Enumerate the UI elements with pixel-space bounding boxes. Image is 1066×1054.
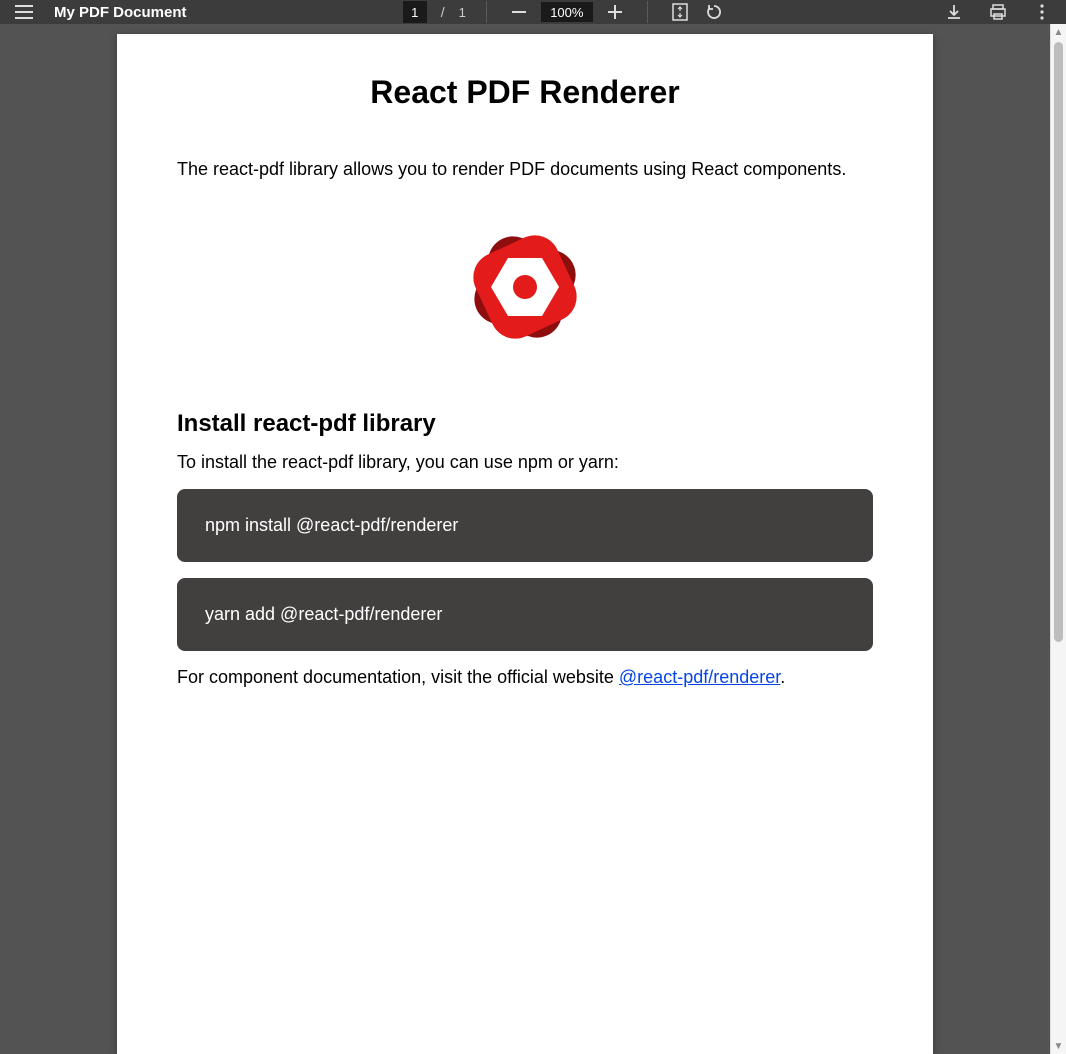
page-number-input[interactable] — [403, 1, 427, 23]
logo-wrap — [177, 212, 873, 362]
toolbar-divider — [647, 1, 648, 23]
page-total: 1 — [459, 5, 466, 20]
zoom-in-button[interactable] — [603, 0, 627, 24]
download-icon[interactable] — [942, 0, 966, 24]
footnote: For component documentation, visit the o… — [177, 667, 873, 688]
page-title: React PDF Renderer — [177, 74, 873, 111]
toolbar: My PDF Document / 1 — [0, 0, 1066, 24]
page-separator: / — [441, 4, 445, 20]
scroll-down-arrow-icon[interactable]: ▼ — [1051, 1038, 1066, 1054]
rotate-icon[interactable] — [702, 0, 726, 24]
zoom-out-button[interactable] — [507, 0, 531, 24]
toolbar-divider — [486, 1, 487, 23]
scroll-up-arrow-icon[interactable]: ▲ — [1051, 24, 1066, 40]
section-subtext: To install the react-pdf library, you ca… — [177, 452, 873, 473]
pdf-page: React PDF Renderer The react-pdf library… — [117, 34, 933, 1054]
pdf-viewer: My PDF Document / 1 — [0, 0, 1066, 909]
print-icon[interactable] — [986, 0, 1010, 24]
scroll-thumb[interactable] — [1054, 42, 1063, 642]
section-heading: Install react-pdf library — [177, 410, 873, 438]
code-yarn: yarn add @react-pdf/renderer — [177, 578, 873, 651]
more-icon[interactable] — [1030, 0, 1054, 24]
zoom-input[interactable] — [547, 5, 587, 20]
react-pdf-logo-icon — [455, 212, 595, 362]
footnote-link[interactable]: @react-pdf/renderer — [619, 667, 780, 687]
footnote-suffix: . — [780, 667, 785, 687]
page-scroll[interactable]: React PDF Renderer The react-pdf library… — [0, 24, 1050, 1054]
document-title: My PDF Document — [54, 4, 187, 21]
menu-icon[interactable] — [12, 0, 36, 24]
fit-page-icon[interactable] — [668, 0, 692, 24]
vertical-scrollbar[interactable]: ▲ ▼ — [1050, 24, 1066, 1054]
page-area: React PDF Renderer The react-pdf library… — [0, 24, 1066, 1054]
code-npm: npm install @react-pdf/renderer — [177, 489, 873, 562]
footnote-prefix: For component documentation, visit the o… — [177, 667, 619, 687]
intro-text: The react-pdf library allows you to rend… — [177, 159, 873, 180]
